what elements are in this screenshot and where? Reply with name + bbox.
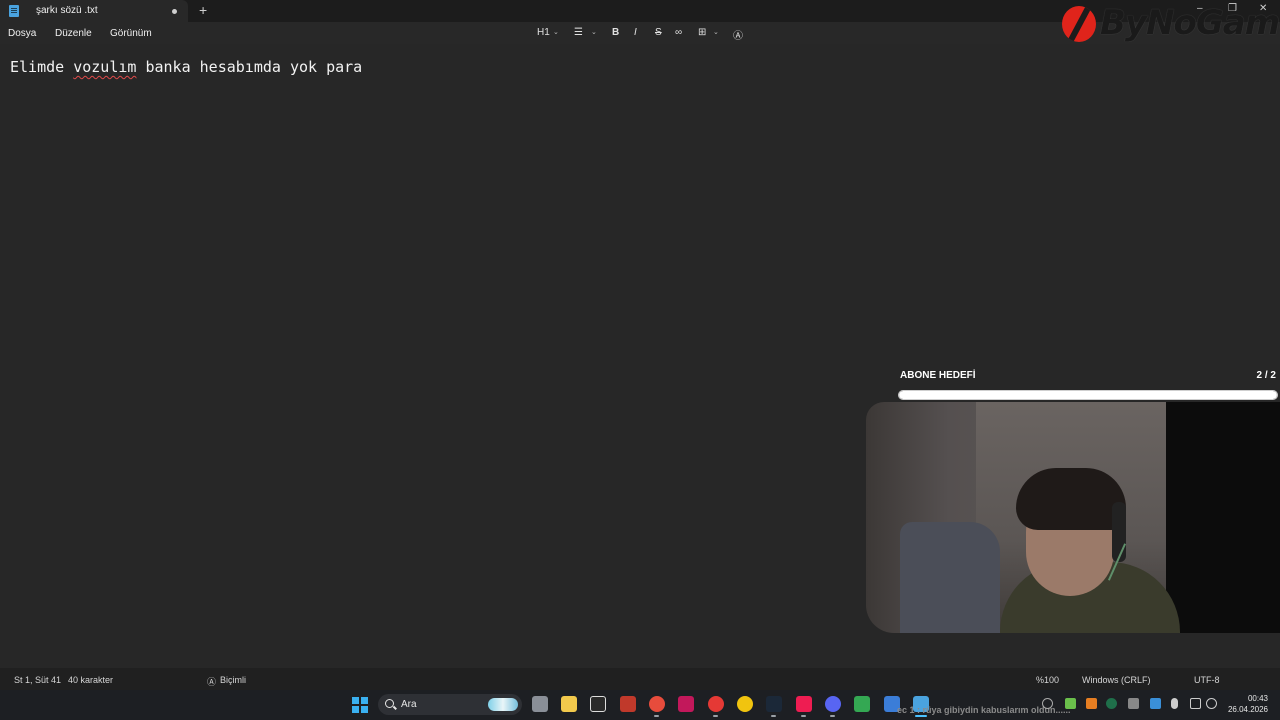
taskbar-search[interactable]: Ara bbox=[378, 694, 522, 715]
start-button[interactable] bbox=[352, 697, 368, 713]
volume-icon[interactable] bbox=[1206, 698, 1217, 709]
running-indicator bbox=[801, 715, 806, 717]
clear-formatting-icon[interactable]: Ⓐ bbox=[733, 27, 743, 42]
tiktok-icon[interactable] bbox=[796, 696, 812, 712]
logo-text: ByNoGame bbox=[1100, 3, 1280, 43]
running-indicator bbox=[654, 715, 659, 717]
table-icon[interactable]: ⊞ bbox=[698, 27, 706, 38]
goal-count: 2 / 2 bbox=[1256, 370, 1276, 381]
text-segment: banka hesabımda yok para bbox=[136, 58, 363, 76]
chevron-down-icon[interactable]: ⌄ bbox=[713, 28, 719, 36]
format-icon[interactable]: Ⓐ bbox=[207, 675, 216, 688]
strikethrough-button[interactable]: S bbox=[655, 27, 662, 38]
search-icon bbox=[385, 699, 394, 708]
bynogame-logo: ByNoGame bbox=[1062, 2, 1280, 46]
tab-sarki-sozu[interactable]: şarkı sözü .txt bbox=[0, 0, 188, 22]
valorant-icon[interactable] bbox=[678, 696, 694, 712]
line-ending[interactable]: Windows (CRLF) bbox=[1082, 675, 1151, 685]
task-view-icon[interactable] bbox=[532, 696, 548, 712]
tray-icon[interactable] bbox=[1086, 698, 1097, 709]
chevron-down-icon[interactable]: ⌄ bbox=[553, 28, 559, 36]
menu-file[interactable]: Dosya bbox=[8, 28, 36, 39]
windows-logo-icon bbox=[352, 697, 359, 704]
capcut-icon[interactable] bbox=[590, 696, 606, 712]
heading-button[interactable]: H1 bbox=[537, 27, 550, 38]
link-icon[interactable]: ∞ bbox=[675, 27, 682, 38]
tray-icon[interactable] bbox=[1150, 698, 1161, 709]
bold-button[interactable]: B bbox=[612, 27, 619, 38]
windows-logo-icon bbox=[361, 697, 368, 704]
tray-icon[interactable] bbox=[1106, 698, 1117, 709]
status-bar: St 1, Süt 41 40 karakter Ⓐ Biçimli %100 … bbox=[0, 668, 1280, 690]
unsaved-dot-icon[interactable] bbox=[172, 9, 177, 14]
discord-icon[interactable] bbox=[825, 696, 841, 712]
running-indicator bbox=[713, 715, 718, 717]
microphone-icon[interactable] bbox=[1171, 698, 1178, 709]
opera-icon[interactable] bbox=[708, 696, 724, 712]
running-indicator bbox=[830, 715, 835, 717]
webcam-chair bbox=[900, 522, 1000, 633]
encoding[interactable]: UTF-8 bbox=[1194, 675, 1220, 685]
webcam-dark-area bbox=[1166, 402, 1280, 633]
notepad-icon bbox=[9, 5, 19, 17]
tray-icon[interactable] bbox=[1065, 698, 1076, 709]
windows-logo-icon bbox=[361, 706, 368, 713]
clock-time[interactable]: 00:43 bbox=[1240, 694, 1268, 703]
chevron-down-icon[interactable]: ⌄ bbox=[591, 28, 597, 36]
clock-date[interactable]: 26.04.2026 bbox=[1222, 705, 1268, 714]
webcam-overlay bbox=[866, 402, 1280, 633]
tray-icon[interactable] bbox=[1128, 698, 1139, 709]
editor-line-1[interactable]: Elimde vozulım banka hesabımda yok para bbox=[10, 58, 362, 76]
cursor-position: St 1, Süt 41 bbox=[14, 675, 62, 685]
steam-icon[interactable] bbox=[766, 696, 782, 712]
running-indicator bbox=[771, 715, 776, 717]
search-placeholder: Ara bbox=[401, 699, 417, 710]
search-highlight-icon bbox=[488, 698, 518, 711]
text-segment: Elimde bbox=[10, 58, 74, 76]
menu-edit[interactable]: Düzenle bbox=[55, 28, 92, 39]
goal-progress-bar bbox=[898, 390, 1278, 400]
bynogame-mark-icon bbox=[1062, 6, 1096, 42]
goal-title: ABONE HEDEFİ bbox=[900, 370, 976, 381]
character-count: 40 karakter bbox=[68, 675, 114, 685]
tab-title: şarkı sözü .txt bbox=[36, 5, 98, 16]
menu-view[interactable]: Görünüm bbox=[110, 28, 152, 39]
goal-progress-fill bbox=[899, 391, 1277, 399]
coin-app-icon[interactable] bbox=[737, 696, 753, 712]
file-explorer-icon[interactable] bbox=[561, 696, 577, 712]
list-icon[interactable]: ☰ bbox=[574, 27, 583, 38]
windows-logo-icon bbox=[352, 706, 359, 713]
tray-icon[interactable] bbox=[1042, 698, 1053, 709]
italic-button[interactable]: I bbox=[634, 27, 637, 38]
network-icon[interactable] bbox=[1190, 698, 1201, 709]
active-indicator bbox=[915, 715, 927, 717]
maps-icon[interactable] bbox=[854, 696, 870, 712]
zoom-level[interactable]: %100 bbox=[1036, 675, 1059, 685]
new-tab-button[interactable]: + bbox=[199, 3, 207, 17]
format-mode[interactable]: Biçimli bbox=[220, 675, 246, 685]
chrome-icon[interactable] bbox=[649, 696, 665, 712]
webcam-person-hair bbox=[1016, 468, 1126, 530]
misspelled-word[interactable]: vozulım bbox=[73, 58, 136, 76]
tf-app-icon[interactable] bbox=[620, 696, 636, 712]
